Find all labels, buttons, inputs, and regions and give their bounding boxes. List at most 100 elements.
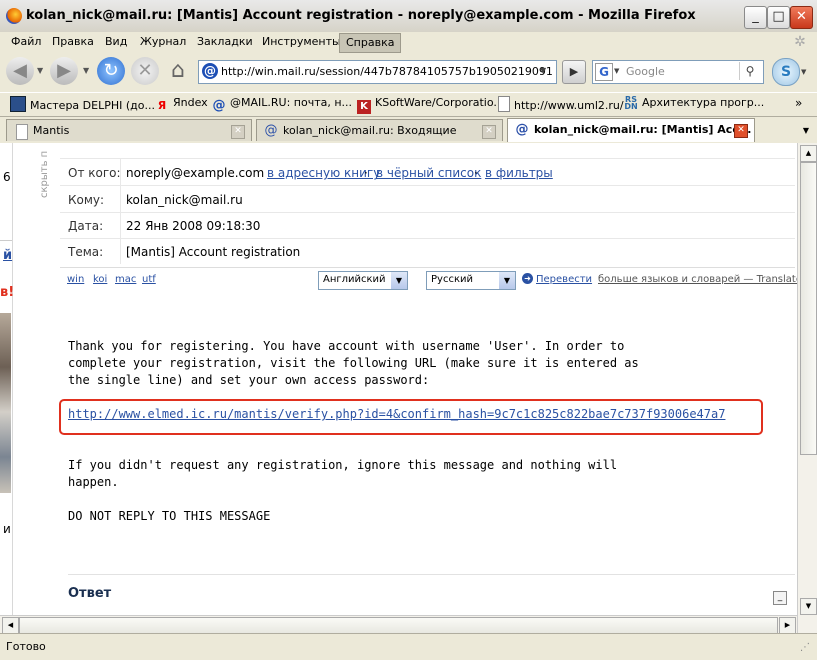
body-line: happen.	[68, 475, 119, 489]
reply-title: Ответ	[68, 586, 112, 601]
minimize-button[interactable]: _	[744, 6, 767, 29]
mailru-icon: @	[212, 98, 226, 113]
header-cell-separator	[120, 186, 121, 212]
tab-close-icon[interactable]: ✕	[231, 125, 245, 139]
menu-view[interactable]: Вид	[99, 32, 133, 52]
title-bar: kolan_nick@mail.ru: [Mantis] Account reg…	[0, 0, 817, 33]
site-icon: @	[202, 63, 218, 79]
search-placeholder: Google	[626, 65, 665, 78]
url-bar[interactable]: @ http://win.mail.ru/session/447b7878410…	[198, 60, 557, 84]
verify-link[interactable]: http://www.elmed.ic.ru/mantis/verify.php…	[68, 407, 797, 421]
scroll-right-icon[interactable]: ▶	[779, 617, 796, 634]
chevron-down-icon: ▼	[391, 272, 407, 289]
url-dropdown-icon[interactable]: ▼	[540, 66, 546, 75]
translate-to-value: Русский	[431, 274, 473, 285]
encoding-utf-link[interactable]: utf	[142, 274, 156, 285]
translate-to-select[interactable]: Русский ▼	[426, 271, 516, 290]
date-value: 22 Янв 2008 09:18:30	[126, 219, 261, 233]
stop-icon[interactable]: ✕	[131, 57, 159, 85]
blank-page-icon	[16, 124, 28, 140]
tab-close-icon[interactable]: ✕	[734, 124, 748, 138]
status-bar: Готово ⋰	[0, 633, 817, 660]
google-icon[interactable]: G	[595, 63, 613, 81]
to-value: kolan_nick@mail.ru	[126, 193, 243, 207]
to-label: Кому:	[68, 193, 105, 207]
scroll-down-icon[interactable]: ▼	[800, 598, 817, 615]
body-line: Thank you for registering. You have acco…	[68, 339, 625, 353]
tab-list-button[interactable]: ▼	[797, 122, 815, 140]
sidebar-fragment: 6	[3, 170, 11, 184]
translate-arrow-icon: ➜	[522, 273, 533, 284]
forward-dropdown-icon[interactable]: ▼	[83, 66, 89, 75]
hide-panel-label[interactable]: скрыть п	[39, 138, 50, 198]
url-text: http://win.mail.ru/session/447b787841057…	[221, 65, 553, 78]
magnifier-icon[interactable]: ⚲	[739, 62, 760, 80]
status-text: Готово	[6, 640, 46, 653]
bookmark-rsdn[interactable]: RS DN Архитектура прогр...	[624, 96, 764, 111]
separator: ·	[474, 166, 478, 180]
bookmark-uml2[interactable]: http://www.uml2.ru/	[498, 96, 624, 112]
translate-from-value: Английский	[323, 274, 386, 285]
header-cell-separator	[120, 212, 121, 238]
throbber-icon: ✲	[794, 34, 806, 50]
ksoftware-icon: K	[357, 100, 371, 114]
date-label: Дата:	[68, 219, 104, 233]
maximize-button[interactable]: □	[767, 6, 790, 29]
scroll-up-icon[interactable]: ▲	[800, 145, 817, 162]
translate-from-select[interactable]: Английский ▼	[318, 271, 408, 290]
scroll-thumb-horizontal[interactable]	[19, 617, 778, 634]
header-date-row: Дата: 22 Янв 2008 09:18:30	[60, 212, 795, 239]
body-line: the single line) and set your own access…	[68, 373, 430, 387]
body-footer-line: DO NOT REPLY TO THIS MESSAGE	[68, 509, 271, 523]
from-value: noreply@example.com	[126, 166, 265, 180]
collapse-reply-icon[interactable]: _	[773, 591, 787, 605]
scroll-left-icon[interactable]: ◀	[2, 617, 19, 634]
bookmark-yandex[interactable]: Я Яndex	[155, 96, 208, 113]
header-from-row: От кого: noreply@example.com в адресную …	[60, 159, 795, 186]
bookmark-mailru[interactable]: @ @MAIL.RU: почта, н...	[212, 96, 353, 113]
add-to-blacklist-link[interactable]: в чёрный список	[376, 166, 481, 180]
bookmarks-overflow-icon[interactable]: »	[795, 96, 802, 110]
close-button[interactable]: ✕	[790, 6, 813, 29]
resize-grip-icon[interactable]: ⋰	[800, 642, 810, 653]
reload-icon[interactable]: ↻	[97, 57, 125, 85]
go-button[interactable]: ▶	[562, 60, 586, 84]
header-to-row: Кому: kolan_nick@mail.ru	[60, 186, 795, 213]
to-filters-link[interactable]: в фильтры	[485, 166, 553, 180]
menu-tools[interactable]: Инструменты	[256, 32, 347, 52]
menu-help[interactable]: Справка	[339, 33, 402, 53]
home-icon[interactable]: ⌂	[164, 57, 192, 85]
scroll-thumb[interactable]	[800, 162, 817, 455]
from-label: От кого:	[68, 166, 121, 180]
search-engine-dropdown-icon[interactable]: ▼	[614, 67, 619, 75]
forward-button-icon[interactable]: ▶	[50, 57, 78, 85]
sidebar-fragment[interactable]: й	[3, 248, 12, 263]
bookmark-delphi[interactable]: Мастера DELPHI (до...	[10, 96, 155, 112]
tab-close-icon[interactable]: ✕	[482, 125, 496, 139]
back-dropdown-icon[interactable]: ▼	[37, 66, 43, 75]
header-cell-separator	[120, 238, 121, 264]
skype-dropdown-icon[interactable]: ▼	[801, 68, 806, 76]
tab-inbox[interactable]: @ kolan_nick@mail.ru: Входящие ✕	[256, 119, 503, 141]
header-cell-separator	[120, 159, 121, 185]
encoding-mac-link[interactable]: mac	[115, 274, 136, 285]
tab-account-registration[interactable]: @ kolan_nick@mail.ru: [Mantis] Acc... ✕	[507, 118, 755, 142]
firefox-icon	[6, 8, 22, 24]
chevron-down-icon: ▼	[499, 272, 515, 289]
translate-button[interactable]: Перевести	[536, 274, 592, 285]
encoding-koi-link[interactable]: koi	[93, 274, 107, 285]
menu-bookmarks[interactable]: Закладки	[191, 32, 259, 52]
menu-history[interactable]: Журнал	[134, 32, 192, 52]
vertical-scrollbar[interactable]: ▲ ▼	[797, 143, 817, 633]
header-subject-row: Тема: [Mantis] Account registration	[60, 238, 795, 264]
bookmark-ksoftware[interactable]: K KSoftWare/Corporatio...	[357, 96, 504, 114]
encoding-win-link[interactable]: win	[67, 274, 84, 285]
horizontal-scrollbar[interactable]: ◀ ▶	[0, 615, 797, 634]
menu-file[interactable]: Файл	[5, 32, 47, 52]
skype-icon[interactable]: S	[772, 58, 800, 86]
more-languages-link[interactable]: больше языков и словарей — Translate.ru	[598, 274, 816, 285]
menu-edit[interactable]: Правка	[46, 32, 100, 52]
back-button-icon[interactable]: ◀	[6, 57, 34, 85]
search-field[interactable]: G ▼ Google ⚲	[592, 60, 764, 84]
computer-icon	[10, 96, 26, 112]
